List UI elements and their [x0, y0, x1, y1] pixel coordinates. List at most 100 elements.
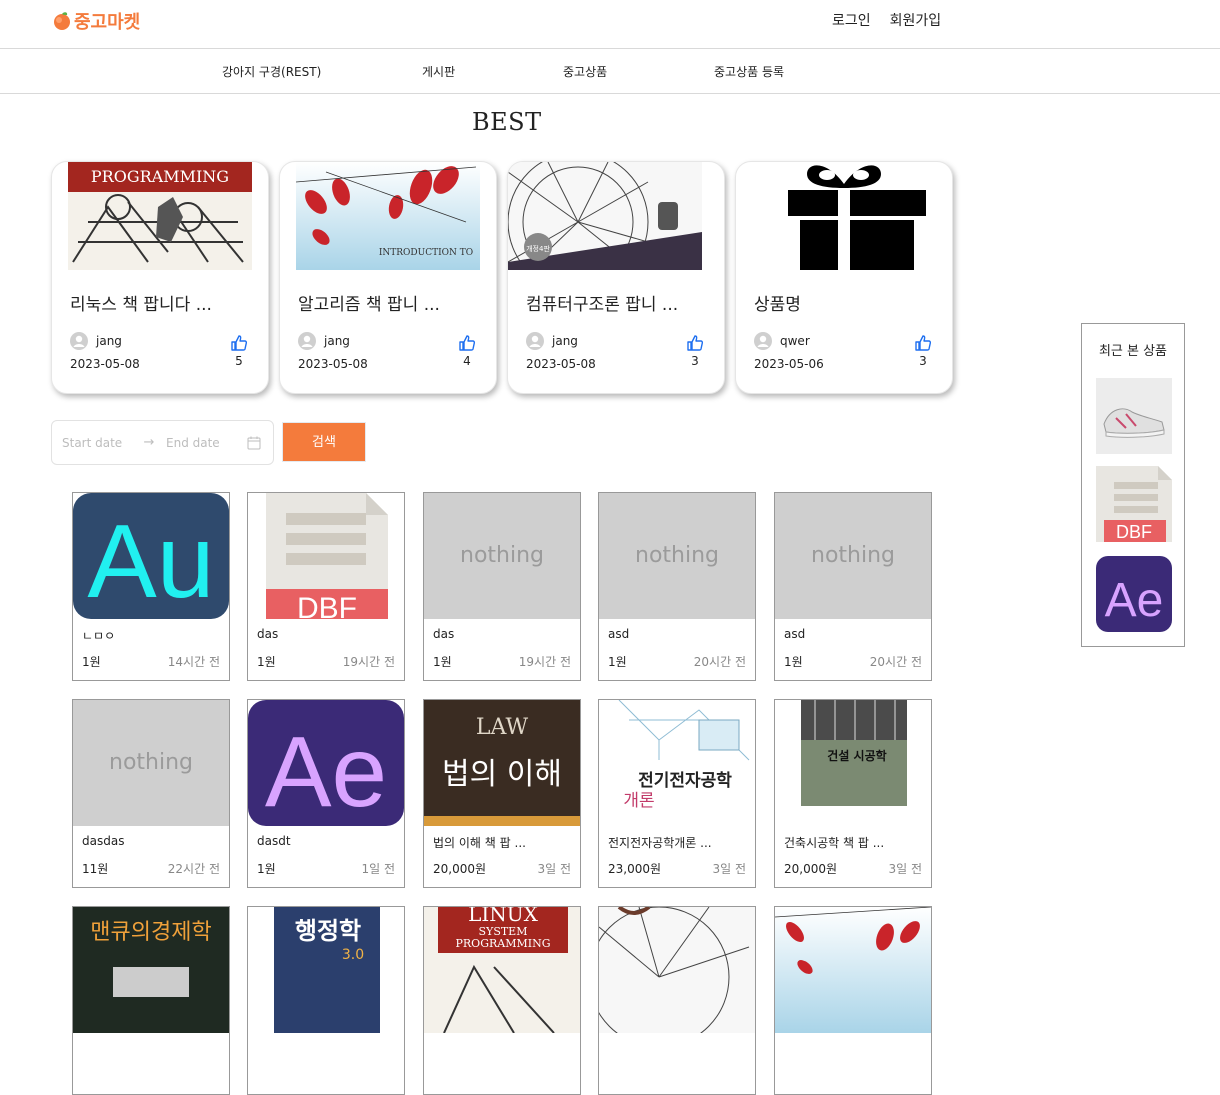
- card-title: 컴퓨터구조론 팝니 ...: [526, 295, 679, 315]
- product-time: 19시간 전: [518, 655, 571, 669]
- card-title: 리눅스 책 팝니다 ...: [70, 295, 212, 315]
- card-date: 2023-05-06: [754, 357, 824, 371]
- product-name: das: [433, 627, 455, 641]
- product-card[interactable]: Ae dasdt 1원 1일 전: [247, 699, 405, 888]
- date-range-picker[interactable]: Start date → End date: [51, 420, 274, 465]
- card-username: jang: [324, 334, 350, 348]
- recent-items-panel: 최근 본 상품 DBF Ae: [1081, 323, 1185, 647]
- like-count: 3: [919, 354, 927, 368]
- product-time: 3일 전: [537, 862, 571, 876]
- gift-icon: [752, 162, 936, 270]
- product-price: 11원: [82, 862, 109, 876]
- placeholder-image: nothing: [775, 493, 931, 619]
- placeholder-image: nothing: [424, 493, 580, 619]
- best-card[interactable]: 상품명 qwer 2023-05-06 3: [735, 161, 953, 394]
- like-counter[interactable]: 4: [456, 334, 478, 368]
- nav-item-register[interactable]: 중고상품 등록: [714, 63, 784, 80]
- logo[interactable]: 중고마켓: [52, 8, 140, 34]
- product-price: 23,000원: [608, 862, 662, 876]
- svg-text:LAW: LAW: [476, 715, 529, 740]
- thumbs-up-icon: [231, 335, 248, 351]
- svg-text:건설 시공학: 건설 시공학: [827, 748, 886, 763]
- product-price: 1원: [257, 862, 276, 876]
- nav-item-products[interactable]: 중고상품: [563, 63, 607, 80]
- card-username: jang: [96, 334, 122, 348]
- signup-link[interactable]: 회원가입: [890, 10, 942, 30]
- login-link[interactable]: 로그인: [832, 10, 871, 30]
- svg-text:Ae: Ae: [265, 716, 387, 826]
- product-card[interactable]: 건설 시공학 건축시공학 책 팝 ... 20,000원 3일 전: [774, 699, 932, 888]
- placeholder-image: nothing: [73, 700, 229, 826]
- product-card[interactable]: LINUX SYSTEM PROGRAMMING: [423, 906, 581, 1095]
- nav-item-board[interactable]: 게시판: [422, 63, 455, 80]
- product-card[interactable]: [598, 906, 756, 1095]
- arrow-right-icon: →: [143, 435, 155, 450]
- card-date: 2023-05-08: [526, 357, 596, 371]
- product-card[interactable]: Au ㄴㅁㅇ 1원 14시간 전: [72, 492, 230, 681]
- user-avatar-icon: [70, 332, 88, 350]
- card-date: 2023-05-08: [70, 357, 140, 371]
- user-avatar-icon: [526, 332, 544, 350]
- sneaker-photo[interactable]: [1096, 378, 1172, 454]
- ferris-wheel-cover: [599, 907, 755, 1033]
- algorithms-book-cover: [775, 907, 931, 1033]
- dbf-file-icon: DBF: [248, 493, 404, 619]
- ae-logo[interactable]: Ae: [1096, 556, 1172, 632]
- card-user: jang: [298, 332, 350, 350]
- product-time: 20시간 전: [693, 655, 746, 669]
- search-button[interactable]: 검색: [282, 422, 366, 462]
- product-name: ㄴㅁㅇ: [82, 629, 116, 643]
- product-card[interactable]: 맨큐의경제학: [72, 906, 230, 1095]
- product-time: 3일 전: [712, 862, 746, 876]
- product-name: asd: [608, 627, 630, 641]
- svg-text:맨큐의경제학: 맨큐의경제학: [90, 920, 211, 945]
- like-counter[interactable]: 5: [228, 334, 250, 368]
- card-title: 알고리즘 책 팝니 ...: [298, 295, 440, 315]
- product-name: 법의 이해 책 팝 ...: [433, 836, 526, 850]
- card-username: jang: [552, 334, 578, 348]
- best-card[interactable]: INTRODUCTION TO 알고리즘 책 팝니 ... jang 2023-…: [279, 161, 497, 394]
- product-price: 1원: [257, 655, 276, 669]
- product-card[interactable]: 법의 이해 LAW 법의 이해 책 팝 ... 20,000원 3일 전: [423, 699, 581, 888]
- linux-book-cover: LINUX SYSTEM PROGRAMMING: [424, 907, 580, 1033]
- product-card[interactable]: 전기전자공학 개론 전지전자공학개론 ... 23,000원 3일 전: [598, 699, 756, 888]
- dbf-file-icon[interactable]: DBF: [1096, 466, 1172, 542]
- svg-text:3.0: 3.0: [342, 947, 364, 963]
- product-card[interactable]: nothing asd 1원 20시간 전: [598, 492, 756, 681]
- product-price: 1원: [433, 655, 452, 669]
- svg-text:LINUX: LINUX: [468, 907, 539, 926]
- logo-text: 중고마켓: [74, 12, 141, 33]
- top-header: 중고마켓 로그인 회원가입: [0, 0, 1220, 49]
- algorithms-book-cover: INTRODUCTION TO: [296, 162, 480, 270]
- product-price: 20,000원: [433, 862, 487, 876]
- like-count: 4: [463, 354, 471, 368]
- product-card[interactable]: nothing das 1원 19시간 전: [423, 492, 581, 681]
- product-card[interactable]: DBF das 1원 19시간 전: [247, 492, 405, 681]
- recent-title: 최근 본 상품: [1098, 344, 1168, 359]
- calendar-icon[interactable]: [247, 436, 261, 450]
- product-name: dasdas: [82, 834, 125, 848]
- svg-text:전기전자공학: 전기전자공학: [638, 771, 732, 791]
- product-card[interactable]: [774, 906, 932, 1095]
- construction-book-cover: 건설 시공학: [775, 700, 931, 826]
- product-price: 1원: [82, 655, 101, 669]
- like-counter[interactable]: 3: [912, 334, 934, 368]
- like-counter[interactable]: 3: [684, 334, 706, 368]
- product-name: 건축시공학 책 팝 ...: [784, 836, 885, 850]
- product-time: 19시간 전: [342, 655, 395, 669]
- product-card[interactable]: 행정학 3.0: [247, 906, 405, 1095]
- start-date-input[interactable]: Start date: [62, 436, 132, 450]
- card-date: 2023-05-08: [298, 357, 368, 371]
- peach-icon: [54, 12, 70, 30]
- svg-text:Au: Au: [87, 504, 214, 619]
- card-user: jang: [70, 332, 122, 350]
- end-date-input[interactable]: End date: [166, 436, 246, 450]
- best-card[interactable]: 개정4판 컴퓨터구조론 팝니 ... jang 2023-05-08 3: [507, 161, 725, 394]
- au-logo: Au: [73, 493, 229, 619]
- product-card[interactable]: nothing asd 1원 20시간 전: [774, 492, 932, 681]
- best-card[interactable]: PROGRAMMING 리눅스 책 팝니다 ... jang 2023-05-0…: [51, 161, 269, 394]
- administration-book-cover: 행정학 3.0: [248, 907, 404, 1033]
- svg-text:PROGRAMMING: PROGRAMMING: [456, 937, 551, 950]
- product-card[interactable]: nothing dasdas 11원 22시간 전: [72, 699, 230, 888]
- nav-item-dog[interactable]: 강아지 구경(REST): [222, 63, 321, 80]
